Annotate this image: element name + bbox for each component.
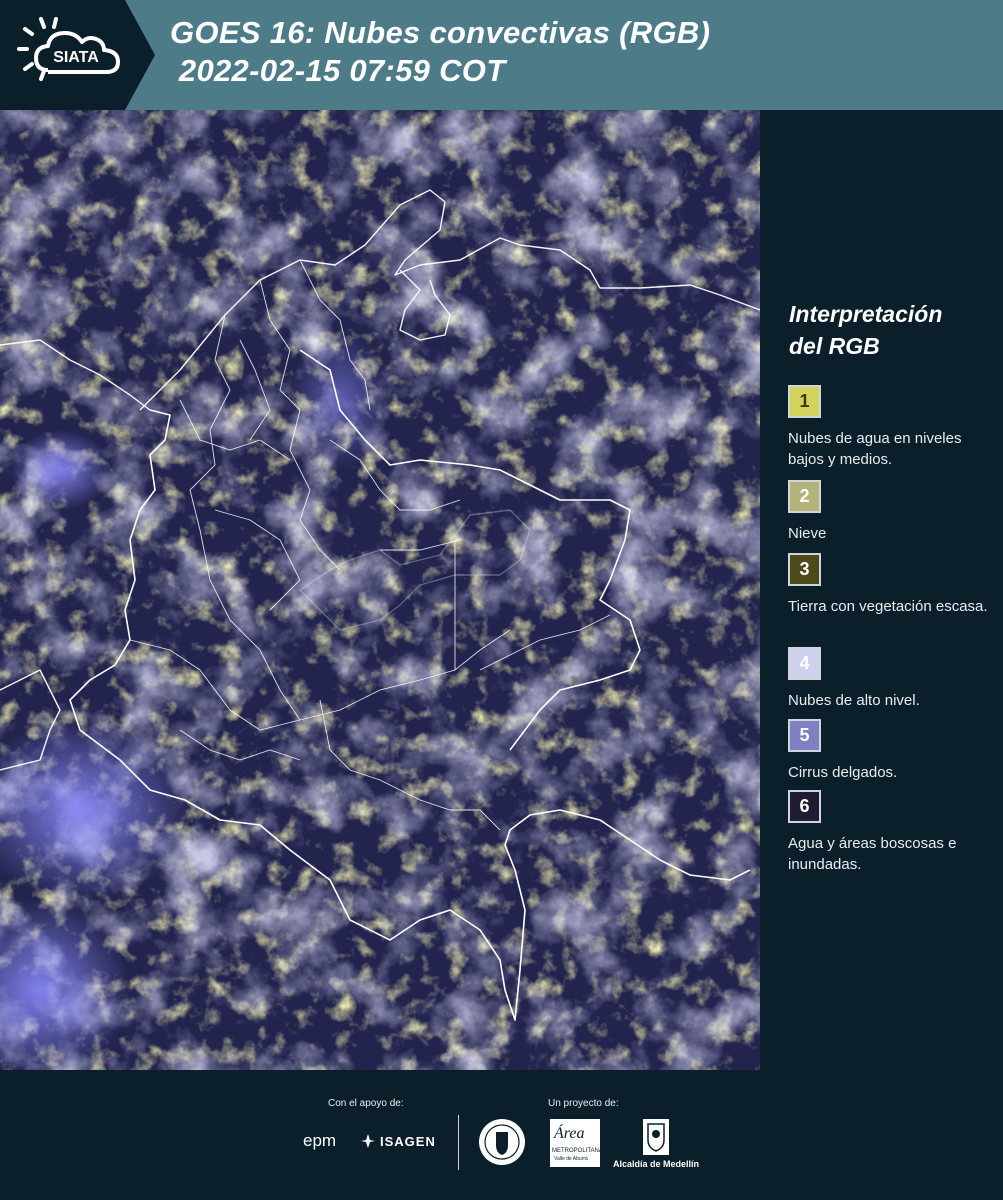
legend-swatch-6: 6: [788, 790, 821, 823]
legend-swatch-2: 2: [788, 480, 821, 513]
isagen-logo: ISAGEN: [380, 1134, 436, 1149]
legend-label-3: Tierra con vegetación escasa.: [788, 598, 988, 615]
epm-logo: epm: [303, 1131, 337, 1150]
footer-bar: Con el apoyo de: Un proyecto de: epm ISA…: [0, 1070, 1003, 1200]
alcaldia-text: Alcaldía de Medellín: [613, 1159, 700, 1169]
medellin-seal-icon: [477, 1117, 527, 1172]
header-bar: SIATA GOES 16: Nubes convectivas (RGB) 2…: [0, 0, 1003, 110]
legend-item-4: 4 Nubes de alto nivel.: [788, 647, 988, 711]
legend-swatch-1: 1: [788, 385, 821, 418]
legend-panel: Interpretación del RGB 1 Nubes de agua e…: [760, 110, 1003, 1070]
legend-label-2: Nieve: [788, 525, 827, 542]
legend-item-1: 1 Nubes de agua en niveles bajos y medio…: [788, 385, 988, 470]
siata-logo: SIATA: [0, 0, 155, 110]
project-caption: Un proyecto de:: [548, 1098, 619, 1109]
area-logo-subtext: METROPOLITANA: [552, 1148, 603, 1154]
legend-item-6: 6 Agua y áreas boscosas e inundadas.: [788, 790, 988, 875]
title-line-1: GOES 16: Nubes convectivas (RGB): [170, 15, 711, 50]
legend-item-5: 5 Cirrus delgados.: [788, 719, 988, 783]
legend-label-5: Cirrus delgados.: [788, 764, 898, 781]
legend-swatch-3: 3: [788, 553, 821, 586]
title-line-2: 2022-02-15 07:59 COT: [170, 53, 506, 88]
area-metropolitana-logo: Área METROPOLITANA Valle de Aburrá: [550, 1119, 603, 1167]
legend-title-line-2: del RGB: [789, 333, 880, 359]
support-caption: Con el apoyo de:: [328, 1098, 404, 1109]
legend-title-line-1: Interpretación: [789, 301, 943, 327]
area-logo-text: Área: [554, 1125, 585, 1142]
legend-item-2: 2 Nieve: [788, 480, 988, 544]
logo-text: SIATA: [53, 49, 99, 66]
isagen-icon: [360, 1133, 376, 1154]
area-logo-subtext-2: Valle de Aburrá: [554, 1156, 588, 1162]
alcaldia-shield-icon: [642, 1118, 670, 1161]
legend-item-3: 3 Tierra con vegetación escasa.: [788, 553, 988, 617]
footer-divider: [458, 1115, 459, 1170]
legend-label-1: Nubes de agua en niveles bajos y medios.: [788, 430, 962, 468]
page-title: GOES 16: Nubes convectivas (RGB) 2022-02…: [170, 14, 710, 90]
legend-title: Interpretación del RGB: [789, 298, 942, 362]
legend-label-4: Nubes de alto nivel.: [788, 692, 920, 709]
satellite-map: [0, 110, 760, 1070]
legend-swatch-4: 4: [788, 647, 821, 680]
legend-swatch-5: 5: [788, 719, 821, 752]
legend-label-6: Agua y áreas boscosas e inundadas.: [788, 835, 957, 873]
